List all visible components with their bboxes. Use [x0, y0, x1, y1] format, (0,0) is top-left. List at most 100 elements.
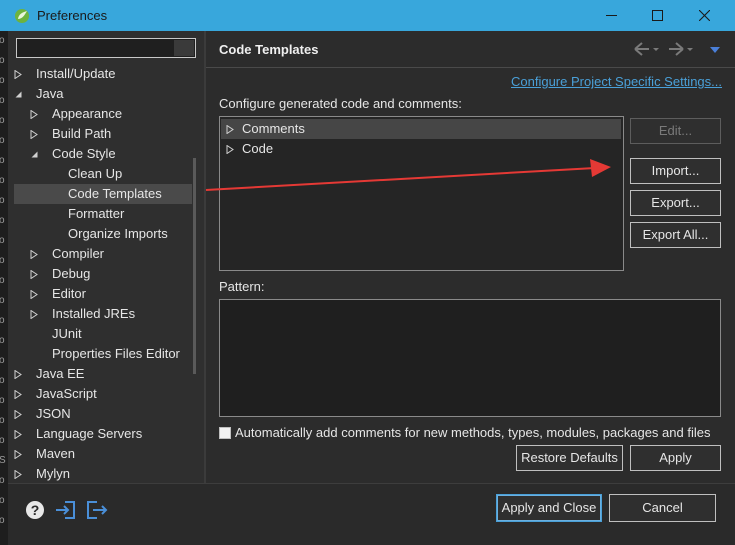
template-row-comments[interactable]: Comments [221, 119, 621, 139]
apply-button[interactable]: Apply [630, 445, 721, 471]
collapsed-twisty-icon[interactable] [30, 310, 38, 319]
edge-glyph: o [0, 295, 5, 306]
tree-item-label: Installed JREs [52, 306, 136, 321]
filter-input[interactable] [16, 38, 196, 58]
tree-item[interactable]: Appearance [14, 104, 192, 124]
page-title: Code Templates [219, 42, 319, 57]
tree-item[interactable]: Debug [14, 264, 192, 284]
close-button[interactable] [681, 0, 727, 31]
edge-glyph: o [0, 55, 5, 66]
tree-item-label: JavaScript [36, 386, 97, 401]
collapsed-twisty-icon[interactable] [14, 390, 22, 399]
edge-glyph: o [0, 315, 5, 326]
edit-button[interactable]: Edit... [630, 118, 721, 144]
export-button[interactable]: Export... [630, 190, 721, 216]
title-bar: Preferences [0, 0, 735, 31]
collapsed-twisty-icon[interactable] [14, 410, 22, 419]
collapsed-twisty-icon[interactable] [14, 70, 22, 79]
edge-glyph: o [0, 35, 5, 46]
tree-item-label: Mylyn [36, 466, 70, 481]
tree-item[interactable]: Language Servers [14, 424, 192, 444]
collapsed-twisty-icon[interactable] [14, 470, 22, 479]
edge-glyph: o [0, 515, 5, 526]
import-button[interactable]: Import... [630, 158, 721, 184]
preferences-tree: Install/Update Java Appearance Build Path Co… [14, 64, 199, 482]
expanded-twisty-icon[interactable] [30, 150, 38, 159]
tree-item[interactable]: Clean Up [14, 164, 192, 184]
tree-item[interactable]: JUnit [14, 324, 192, 344]
svg-text:?: ? [31, 502, 40, 518]
tree-item[interactable]: Formatter [14, 204, 192, 224]
tree-item-label: JUnit [52, 326, 82, 341]
tree-item[interactable]: Build Path [14, 124, 192, 144]
tree-item[interactable]: Install/Update [14, 64, 192, 84]
tree-item[interactable]: Java EE [14, 364, 192, 384]
edge-glyph: o [0, 375, 5, 386]
tree-item[interactable]: JavaScript [14, 384, 192, 404]
edge-glyph: o [0, 275, 5, 286]
tree-item-label: Install/Update [36, 66, 116, 81]
tree-item[interactable]: JSON [14, 404, 192, 424]
collapsed-twisty-icon[interactable] [14, 450, 22, 459]
edge-glyph: o [0, 435, 5, 446]
apply-and-close-button[interactable]: Apply and Close [496, 494, 602, 522]
tree-item-label: Debug [52, 266, 91, 281]
dialog-footer: ? Apply and Close Cancel [8, 484, 735, 545]
tree-item-label: Build Path [52, 126, 112, 141]
forward-arrow-icon[interactable] [669, 42, 684, 56]
tree-item[interactable]: Maven [14, 444, 192, 464]
tree-item[interactable]: Compiler [14, 244, 192, 264]
collapsed-twisty-icon[interactable] [30, 250, 38, 259]
back-dropdown-icon[interactable] [653, 48, 659, 51]
restore-defaults-button[interactable]: Restore Defaults [516, 445, 623, 471]
import-preferences-icon[interactable] [54, 498, 78, 522]
export-preferences-icon[interactable] [84, 498, 108, 522]
window-title: Preferences [37, 8, 108, 23]
maximize-button[interactable] [634, 0, 680, 31]
tree-item-label: Code Style [52, 146, 116, 161]
collapsed-twisty-icon[interactable] [30, 290, 38, 299]
tree-item[interactable]: Java [14, 84, 192, 104]
page-navigation [634, 42, 720, 56]
tree-item[interactable]: Organize Imports [14, 224, 192, 244]
title-separator [206, 67, 735, 68]
tree-item[interactable]: Properties Files Editor [14, 344, 192, 364]
pattern-textarea[interactable] [219, 299, 721, 417]
minimize-button[interactable] [588, 0, 634, 31]
edge-glyph: o [0, 195, 5, 206]
tree-item-label: Java EE [36, 366, 85, 381]
edge-glyph: o [0, 135, 5, 146]
export-all-button[interactable]: Export All... [630, 222, 721, 248]
tree-item[interactable]: Code Style [14, 144, 192, 164]
collapsed-twisty-icon[interactable] [226, 145, 234, 154]
tree-scrollbar[interactable] [193, 158, 196, 374]
cancel-button[interactable]: Cancel [609, 494, 716, 522]
back-arrow-icon[interactable] [634, 42, 649, 56]
collapsed-twisty-icon[interactable] [14, 370, 22, 379]
collapsed-twisty-icon[interactable] [30, 110, 38, 119]
collapsed-twisty-icon[interactable] [14, 430, 22, 439]
auto-comments-checkbox[interactable] [219, 427, 231, 439]
tree-item[interactable]: Code Templates [14, 184, 192, 204]
preferences-dialog: Install/Update Java Appearance Build Path Co… [8, 31, 735, 545]
background-window-edge: oooooooooooooooooooooSooo [0, 31, 8, 545]
template-row-code[interactable]: Code [221, 139, 621, 159]
edge-glyph: o [0, 175, 5, 186]
collapsed-twisty-icon[interactable] [30, 130, 38, 139]
expanded-twisty-icon[interactable] [14, 90, 22, 99]
help-icon[interactable]: ? [24, 498, 48, 522]
template-label: Comments [242, 121, 305, 136]
tree-item[interactable]: Editor [14, 284, 192, 304]
configure-project-settings-link[interactable]: Configure Project Specific Settings... [511, 74, 722, 89]
tree-item[interactable]: Mylyn [14, 464, 192, 482]
collapsed-twisty-icon[interactable] [30, 270, 38, 279]
configure-label: Configure generated code and comments: [219, 96, 462, 111]
collapsed-twisty-icon[interactable] [226, 125, 234, 134]
forward-dropdown-icon[interactable] [687, 48, 693, 51]
tree-item[interactable]: Installed JREs [14, 304, 192, 324]
view-menu-icon[interactable] [710, 47, 720, 53]
auto-comments-label[interactable]: Automatically add comments for new metho… [235, 425, 710, 440]
template-label: Code [242, 141, 274, 156]
edge-glyph: o [0, 95, 5, 106]
tree-item-label: Compiler [52, 246, 105, 261]
